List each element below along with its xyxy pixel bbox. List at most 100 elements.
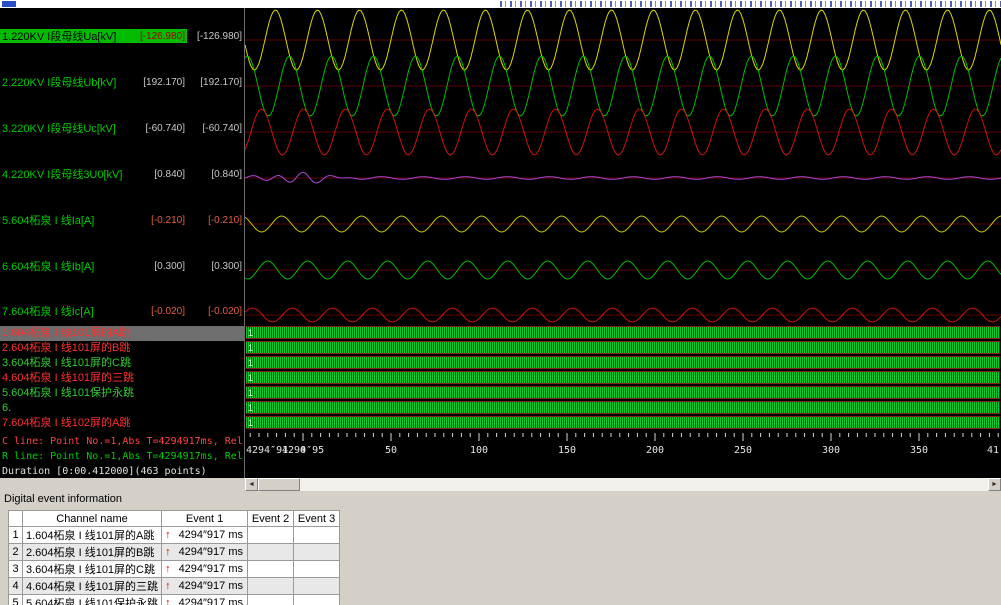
digital-state-label: 1	[248, 417, 253, 429]
event-info-section: ◄ ► Digital event information Channel na…	[0, 478, 1001, 605]
col-header-number	[9, 511, 23, 527]
event3-cell	[294, 578, 340, 595]
digital-trace[interactable]: 1	[246, 386, 1000, 399]
event-row-number: 2	[9, 544, 23, 561]
event-table-row[interactable]: 44.604柘泉 I 线101屏的三跳↑4294″917 ms	[9, 578, 340, 595]
analog-channel-name: 4.220KV I段母线3U0[kV]	[0, 166, 130, 182]
event-row-number: 3	[9, 561, 23, 578]
digital-channel-row[interactable]: 1.604柘泉 I 线101屏的A跳	[0, 326, 244, 341]
digital-trace[interactable]: 1	[246, 341, 1000, 354]
cursor1-value: [-0.020]	[130, 306, 187, 317]
digital-channel-row[interactable]: 2.604柘泉 I 线101屏的B跳	[0, 341, 244, 356]
digital-channel-row[interactable]: 3.604柘泉 I 线101屏的C跳	[0, 356, 244, 371]
cursor2-value: [0.300]	[187, 261, 244, 272]
analog-channel-name: 6.604柘泉 I 线Ib[A]	[0, 258, 130, 274]
time-axis[interactable]: 4294″914294″9505010015020025030035041	[245, 445, 1001, 459]
analog-channel-name: 3.220KV I段母线Uc[kV]	[0, 120, 130, 136]
axis-tick-label: 50	[385, 445, 397, 456]
event1-time: 4294″917 ms	[179, 563, 243, 575]
event3-cell	[294, 595, 340, 605]
cursor1-value: [192.170]	[130, 77, 187, 88]
col-header-channel-name: Channel name	[23, 511, 162, 527]
event-channel-name: 4.604柘泉 I 线101屏的三跳	[23, 578, 162, 595]
digital-channel-row[interactable]: 6.	[0, 401, 244, 416]
digital-state-label: 1	[248, 357, 253, 369]
digital-trace[interactable]: 1	[246, 326, 1000, 339]
event1-cell: ↑ 4294″917 ms	[162, 595, 248, 605]
scroll-left-button[interactable]: ◄	[245, 478, 258, 491]
r-cursor-status: R line: Point No.=1,Abs T=4294917ms, Rel…	[2, 449, 243, 464]
analog-channel-row[interactable]: 7.604柘泉 I 线Ic[A][-0.020][-0.020]	[0, 304, 244, 318]
digital-trace[interactable]: 1	[246, 401, 1000, 414]
analog-channel-name: 1.220KV I段母线Ua[kV]	[0, 28, 130, 44]
digital-trace[interactable]: 1	[246, 356, 1000, 369]
rising-edge-icon: ↑	[165, 597, 171, 605]
event3-cell	[294, 527, 340, 544]
col-header-event2: Event 2	[248, 511, 294, 527]
channel-list-panel: C line: Point No.=1,Abs T=4294917ms, Rel…	[0, 8, 244, 478]
digital-event-info-label: Digital event information	[4, 493, 122, 505]
analog-channel-row[interactable]: 3.220KV I段母线Uc[kV][-60.740][-60.740]	[0, 121, 244, 135]
digital-trace[interactable]: 1	[246, 416, 1000, 429]
axis-tick-label: 150	[558, 445, 576, 456]
analog-channel-row[interactable]: 4.220KV I段母线3U0[kV][0.840][0.840]	[0, 167, 244, 181]
event1-time: 4294″917 ms	[179, 597, 243, 605]
digital-state-label: 1	[248, 402, 253, 414]
cursor1-value: [0.300]	[130, 261, 187, 272]
analog-channel-name: 5.604柘泉 I 线Ia[A]	[0, 212, 130, 228]
analog-channel-name: 7.604柘泉 I 线Ic[A]	[0, 303, 130, 319]
digital-state-label: 1	[248, 327, 253, 339]
col-header-event3: Event 3	[294, 511, 340, 527]
event-table-row[interactable]: 33.604柘泉 I 线101屏的C跳↑ 4294″917 ms	[9, 561, 340, 578]
digital-channel-row[interactable]: 5.604柘泉 I 线101保护永跳	[0, 386, 244, 401]
event2-cell	[248, 595, 294, 605]
event1-cell: ↑ 4294″917 ms	[162, 527, 248, 544]
digital-channel-row[interactable]: 4.604柘泉 I 线101屏的三跳	[0, 371, 244, 386]
titlebar-text-fragment	[500, 1, 1001, 7]
scroll-right-button[interactable]: ►	[988, 478, 1001, 491]
event2-cell	[248, 544, 294, 561]
analog-channel-name: 2.220KV I段母线Ub[kV]	[0, 74, 130, 90]
digital-channel-row[interactable]: 7.604柘泉 I 线102屏的A跳	[0, 416, 244, 431]
analog-channel-row[interactable]: 5.604柘泉 I 线Ia[A][-0.210][-0.210]	[0, 213, 244, 227]
cursor2-value: [-0.210]	[187, 215, 244, 226]
event2-cell	[248, 527, 294, 544]
cursor1-value: [-126.980]	[130, 31, 187, 42]
digital-state-label: 1	[248, 387, 253, 399]
event-channel-name: 2.604柘泉 I 线101屏的B跳	[23, 544, 162, 561]
analog-waveform-plot[interactable]	[245, 8, 1001, 325]
digital-event-table: Channel name Event 1 Event 2 Event 3 11.…	[8, 510, 340, 605]
axis-tick-label: 41	[987, 445, 999, 456]
cursor2-value: [0.840]	[187, 169, 244, 180]
analog-channel-row[interactable]: 6.604柘泉 I 线Ib[A][0.300][0.300]	[0, 259, 244, 273]
event1-cell: ↑4294″917 ms	[162, 544, 248, 561]
event-row-number: 1	[9, 527, 23, 544]
c-cursor-status: C line: Point No.=1,Abs T=4294917ms, Rel…	[2, 434, 243, 449]
event3-cell	[294, 544, 340, 561]
waveform-display-area[interactable]: 4294″914294″9505010015020025030035041 11…	[245, 8, 1001, 478]
event-channel-name: 5.604柘泉 I 线101保护永跳	[23, 595, 162, 605]
event-table-row[interactable]: 55.604柘泉 I 线101保护永跳↑4294″917 ms	[9, 595, 340, 605]
event-table-row[interactable]: 22.604柘泉 I 线101屏的B跳↑4294″917 ms	[9, 544, 340, 561]
axis-tick-label: 200	[646, 445, 664, 456]
event1-cell: ↑ 4294″917 ms	[162, 561, 248, 578]
axis-tick-label: 350	[910, 445, 928, 456]
event-table-row[interactable]: 11.604柘泉 I 线101屏的A跳↑4294″917 ms	[9, 527, 340, 544]
rising-edge-icon: ↑	[165, 563, 171, 575]
scrollbar-thumb[interactable]	[258, 478, 300, 491]
event-channel-name: 3.604柘泉 I 线101屏的C跳	[23, 561, 162, 578]
event1-cell: ↑4294″917 ms	[162, 578, 248, 595]
event1-time: 4294″917 ms	[179, 529, 243, 541]
event-table-header-row: Channel name Event 1 Event 2 Event 3	[9, 511, 340, 527]
rising-edge-icon: ↑	[165, 529, 171, 541]
analog-channel-row[interactable]: 1.220KV I段母线Ua[kV][-126.980][-126.980]	[0, 29, 244, 43]
cursor2-value: [192.170]	[187, 77, 244, 88]
horizontal-scrollbar[interactable]: ◄ ►	[245, 478, 1001, 491]
window-top-fragment	[0, 0, 1001, 8]
analog-channel-row[interactable]: 2.220KV I段母线Ub[kV][192.170][192.170]	[0, 75, 244, 89]
axis-tick-label: 250	[734, 445, 752, 456]
digital-trace[interactable]: 1	[246, 371, 1000, 384]
axis-tick-label: 0	[300, 445, 306, 456]
time-axis-ticks	[245, 433, 1001, 443]
event2-cell	[248, 578, 294, 595]
